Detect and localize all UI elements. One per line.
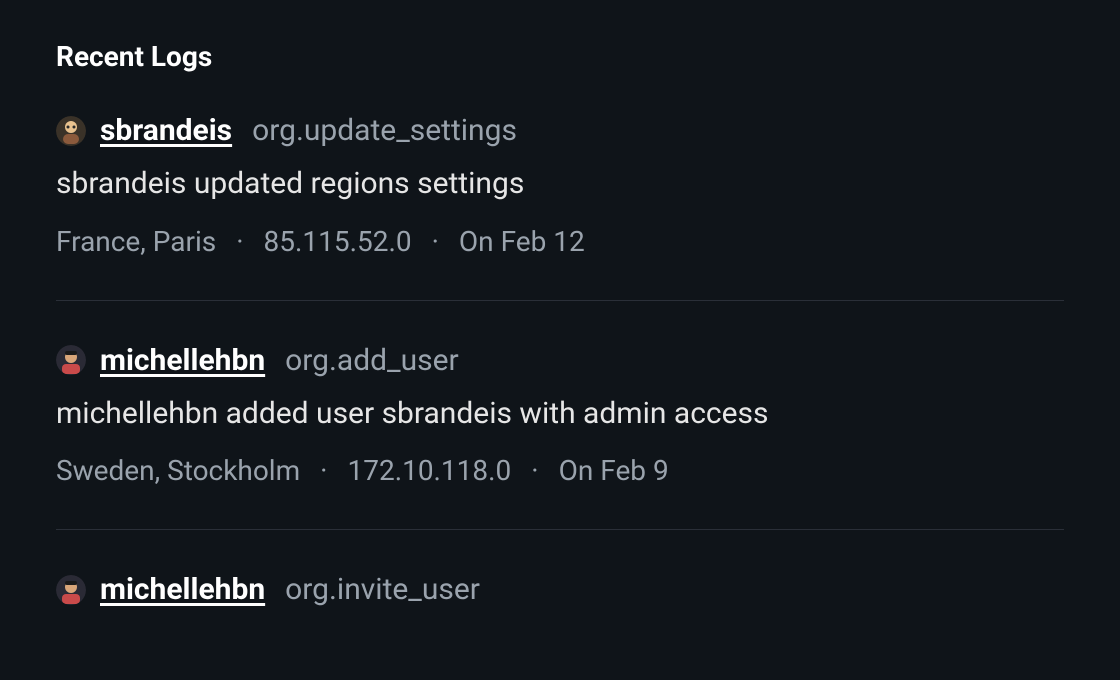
action-code: org.update_settings	[252, 113, 517, 148]
log-header: michellehbn org.add_user	[56, 343, 1064, 378]
meta-separator: ·	[432, 225, 439, 258]
log-header: sbrandeis org.update_settings	[56, 113, 1064, 148]
action-code: org.invite_user	[285, 572, 480, 607]
avatar	[56, 575, 86, 605]
meta-separator: ·	[236, 225, 243, 258]
log-meta: France, Paris · 85.115.52.0 · On Feb 12	[56, 225, 1064, 258]
log-date: On Feb 12	[459, 225, 585, 258]
log-entry: sbrandeis org.update_settings sbrandeis …	[56, 113, 1064, 301]
meta-separator: ·	[320, 454, 327, 487]
log-message: michellehbn added user sbrandeis with ad…	[56, 394, 1064, 435]
log-message: sbrandeis updated regions settings	[56, 164, 1064, 205]
log-header: michellehbn org.invite_user	[56, 572, 1064, 607]
log-location: France, Paris	[56, 225, 216, 258]
log-ip: 85.115.52.0	[264, 225, 412, 258]
username-link[interactable]: michellehbn	[100, 343, 265, 378]
section-title: Recent Logs	[56, 40, 1064, 73]
log-entry: michellehbn org.invite_user	[56, 572, 1064, 607]
log-meta: Sweden, Stockholm · 172.10.118.0 · On Fe…	[56, 454, 1064, 487]
avatar	[56, 345, 86, 375]
logs-container: Recent Logs sbrandeis org.update_setting…	[0, 0, 1120, 607]
log-date: On Feb 9	[559, 454, 669, 487]
username-link[interactable]: sbrandeis	[100, 113, 232, 148]
log-ip: 172.10.118.0	[347, 454, 511, 487]
log-location: Sweden, Stockholm	[56, 454, 300, 487]
meta-separator: ·	[531, 454, 538, 487]
log-entry: michellehbn org.add_user michellehbn add…	[56, 343, 1064, 531]
username-link[interactable]: michellehbn	[100, 572, 265, 607]
avatar	[56, 116, 86, 146]
action-code: org.add_user	[285, 343, 459, 378]
